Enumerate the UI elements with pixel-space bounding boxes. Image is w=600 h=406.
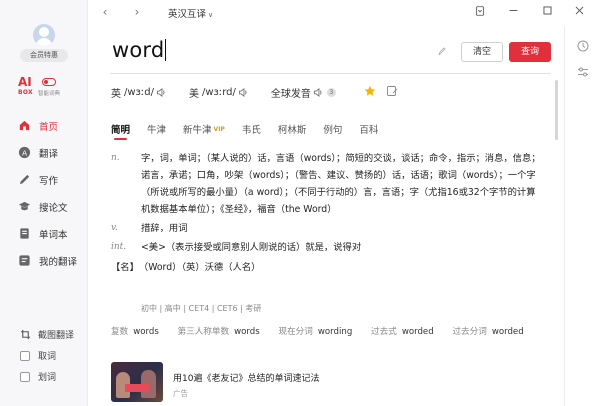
sidebar-item-my-translation[interactable]: 我的翻译 (18, 247, 88, 274)
word-select-toggle[interactable]: 划词 (20, 366, 74, 387)
forward-arrow-icon[interactable]: › (130, 5, 144, 19)
write-icon (18, 173, 31, 186)
word-form: 过去分词 worded (452, 327, 524, 337)
pronunciation-count-badge: 3 (326, 87, 336, 97)
search-button[interactable]: 查询 (509, 42, 551, 62)
member-offer-button[interactable]: 会员特惠 (20, 49, 68, 62)
word-forms: 复数 words 第三人称单数 words 现在分词 wording 过去式 worde… (111, 322, 551, 342)
ai-box-desc: 智能词典 (38, 91, 61, 97)
crop-icon (20, 329, 31, 340)
ai-box-label: BOX (18, 89, 33, 96)
sidebar-item-write[interactable]: 写作 (18, 166, 88, 193)
tool-label: 划词 (38, 373, 57, 383)
sidebar-item-translate[interactable]: A 翻译 (18, 139, 88, 166)
definition-text: 字，词，单词；（某人说的）话，言语（words）；简短的交谈，谈话；命令，指示；… (141, 153, 541, 215)
clear-button[interactable]: 清空 (461, 42, 503, 62)
sidebar-item-label: 我的翻译 (39, 256, 78, 268)
speaker-icon (156, 87, 165, 97)
uk-pronunciation[interactable]: 英 /wɜːd/ (111, 85, 167, 100)
search-underline (110, 73, 551, 74)
word-form: 复数 words (111, 327, 159, 337)
word-form: 第三人称单数 words (177, 327, 260, 337)
word-pick-toggle[interactable]: 取词 (20, 345, 74, 366)
maximize-icon[interactable] (540, 5, 554, 19)
tool-label: 取词 (38, 352, 57, 362)
sidebar-item-label: 翻译 (39, 148, 59, 160)
word-form: 现在分词 wording (278, 327, 353, 337)
brush-icon[interactable] (437, 46, 447, 56)
translation-mode-select[interactable]: 英汉互译 ∨ (168, 6, 213, 20)
history-icon[interactable] (577, 40, 589, 52)
home-icon (18, 119, 31, 132)
sidebar-item-label: 搜论文 (39, 202, 68, 214)
translate-icon: A (18, 146, 31, 159)
sidebar-item-paper-search[interactable]: 搜论文 (18, 193, 88, 220)
back-arrow-icon[interactable]: ‹ (98, 5, 112, 19)
tab-encyclopedia[interactable]: 百科 (359, 122, 378, 136)
tab-webster[interactable]: 韦氏 (242, 122, 261, 136)
my-translation-icon (18, 254, 31, 267)
avatar[interactable] (33, 24, 55, 46)
sidebar-item-label: 单词本 (39, 229, 68, 241)
part-of-speech: int. (111, 242, 127, 252)
tab-new-oxford[interactable]: 新牛津 VIP (183, 122, 225, 136)
star-icon[interactable] (364, 85, 376, 97)
us-pronunciation[interactable]: 美 /wɜːrd/ (189, 85, 249, 100)
definition-text: 措辞，用词 (141, 223, 188, 234)
ai-box-toggle[interactable]: AI BOX 智能词典 (18, 76, 72, 98)
sidebar-nav: 首页 A 翻译 写作 搜论文 单词本 我的翻译 (18, 112, 88, 274)
minimize-icon[interactable] (506, 5, 520, 19)
title-bar: ‹ › 英汉互译 ∨ (88, 0, 600, 26)
wordbook-icon (18, 227, 31, 240)
dictionary-tabs: 简明 牛津 新牛津 VIP 韦氏 柯林斯 例句 百科 (111, 122, 395, 140)
ad-label: 广告 (173, 389, 188, 398)
part-of-speech: n. (111, 153, 120, 163)
tool-label: 截图翻译 (38, 331, 75, 341)
ad-title[interactable]: 用10遍《老友记》总结的单词速记法 (173, 371, 319, 384)
bottom-tools: 截图翻译 取词 划词 (20, 324, 74, 387)
scrollbar[interactable] (555, 80, 558, 140)
ai-toggle-switch[interactable] (42, 78, 56, 86)
pin-icon[interactable] (473, 5, 487, 19)
word-form: 过去式 worded (371, 327, 434, 337)
tab-examples[interactable]: 例句 (323, 122, 342, 136)
pronunciation-row: 英 /wɜːd/ 美 /wɜːrd/ 全球发音 3 (111, 85, 358, 100)
tab-oxford[interactable]: 牛津 (147, 122, 166, 136)
sidebar-item-label: 写作 (39, 175, 59, 187)
ai-logo: AI (18, 75, 32, 89)
close-icon[interactable] (572, 5, 586, 19)
screenshot-translate-button[interactable]: 截图翻译 (20, 324, 74, 345)
definition-row: n. 字，词，单词；（某人说的）话，言语（words）；简短的交谈，谈话；命令，… (111, 150, 541, 218)
speaker-icon (313, 87, 322, 97)
name-entry: 【名】 （Word）（英）沃德（人名） (111, 259, 541, 276)
search-input[interactable]: word (112, 38, 167, 62)
definitions: n. 字，词，单词；（某人说的）话，言语（words）；简短的交谈，谈话；命令，… (111, 150, 541, 276)
sidebar-item-label: 首页 (39, 121, 59, 133)
global-pronunciation[interactable]: 全球发音 3 (271, 85, 336, 100)
sidebar-item-home[interactable]: 首页 (18, 112, 88, 139)
word-pick-checkbox[interactable] (20, 350, 30, 361)
word-select-checkbox[interactable] (20, 371, 30, 382)
paper-search-icon (18, 200, 31, 213)
note-edit-icon[interactable] (386, 85, 398, 97)
name-tag: 【名】 (111, 262, 139, 273)
sidebar: 会员特惠 AI BOX 智能词典 首页 A 翻译 写作 搜论文 单词本 我的翻译… (0, 0, 88, 406)
sidebar-item-wordbook[interactable]: 单词本 (18, 220, 88, 247)
exam-levels: 初中 | 高中 | CET4 | CET6 | 考研 (141, 304, 262, 313)
name-text: （Word）（英）沃德（人名） (138, 262, 261, 273)
tab-collins[interactable]: 柯林斯 (278, 122, 307, 136)
tab-concise[interactable]: 简明 (111, 122, 130, 140)
settings-sliders-icon[interactable] (577, 66, 589, 78)
chevron-down-icon: ∨ (208, 11, 214, 19)
ad-thumbnail[interactable] (111, 362, 163, 402)
right-rail (564, 26, 600, 406)
svg-text:A: A (22, 148, 27, 157)
definition-row: int. <美>（表示接受或同意别人刚说的话）就是，说得对 (111, 239, 541, 256)
speaker-icon (238, 87, 247, 97)
vip-badge: VIP (213, 125, 225, 133)
part-of-speech: v. (111, 223, 118, 233)
definition-text: <美>（表示接受或同意别人刚说的话）就是，说得对 (141, 242, 362, 253)
definition-row: v. 措辞，用词 (111, 220, 541, 237)
